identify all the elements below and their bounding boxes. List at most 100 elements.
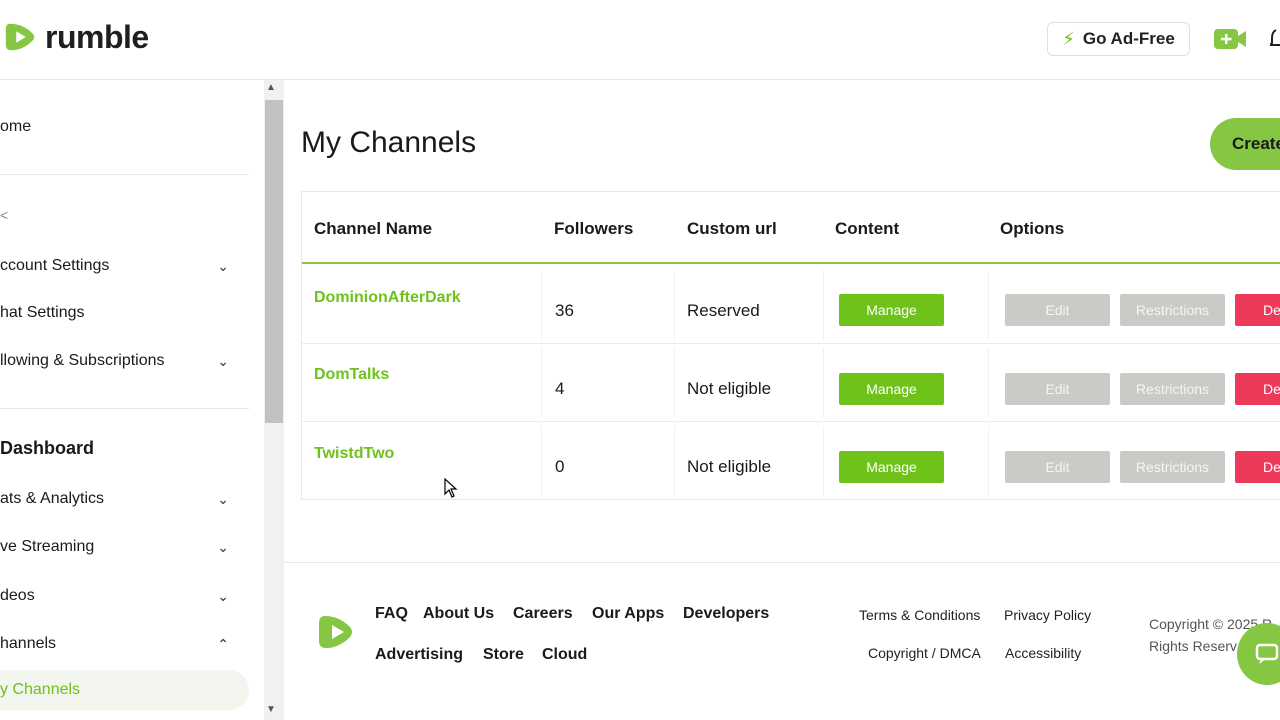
chat-icon: [1255, 643, 1279, 664]
table-row: DominionAfterDark 36 Reserved Manage Edi…: [302, 266, 1280, 344]
sidebar-item-label: llowing & Subscriptions: [0, 352, 165, 369]
column-header-content: Content: [835, 219, 900, 238]
footer-link-privacy[interactable]: Privacy Policy: [1004, 607, 1091, 623]
restrictions-button[interactable]: Restrictions: [1120, 294, 1225, 326]
top-bar: rumble ⚡ Go Ad-Free: [0, 0, 1280, 80]
upload-video-icon[interactable]: [1213, 27, 1247, 51]
scroll-down-arrow-icon[interactable]: ▼: [266, 704, 276, 715]
followers-count: 0: [555, 457, 565, 476]
sidebar-item-following-subscriptions[interactable]: llowing & Subscriptions ⌄: [0, 341, 249, 381]
custom-url-status: Reserved: [687, 301, 760, 320]
footer-link-developers[interactable]: Developers: [683, 605, 769, 623]
cell-divider: [823, 348, 824, 418]
channels-table: Channel Name Followers Custom url Conten…: [301, 191, 1280, 500]
sidebar-stray-glyph: <: [0, 207, 9, 223]
manage-button[interactable]: Manage: [839, 294, 944, 326]
sidebar-item-channels[interactable]: hannels ⌃: [0, 624, 249, 664]
manage-button[interactable]: Manage: [839, 373, 944, 405]
column-header-followers: Followers: [554, 219, 634, 238]
footer-link-faq[interactable]: FAQ: [375, 605, 408, 623]
cell-divider: [823, 270, 824, 340]
chevron-down-icon: ⌄: [217, 257, 229, 274]
sidebar-item-label: ats & Analytics: [0, 490, 105, 507]
footer-link-accessibility[interactable]: Accessibility: [1005, 645, 1081, 661]
sidebar-heading-dashboard: Dashboard: [0, 438, 95, 458]
table-row: DomTalks 4 Not eligible Manage Edit Rest…: [302, 344, 1280, 422]
scrollbar-thumb[interactable]: [265, 100, 283, 423]
footer-link-advertising[interactable]: Advertising: [375, 646, 463, 664]
footer-link-store[interactable]: Store: [483, 646, 524, 664]
column-header-custom-url: Custom url: [687, 219, 777, 238]
go-ad-free-button[interactable]: ⚡ Go Ad-Free: [1047, 22, 1190, 56]
channel-name-link[interactable]: TwistdTwo: [314, 445, 394, 463]
create-channel-button[interactable]: Create: [1210, 118, 1280, 170]
footer-copyright-rights: Rights Reserv: [1149, 638, 1237, 654]
delete-button[interactable]: De: [1235, 373, 1280, 405]
chevron-down-icon: ⌄: [217, 352, 229, 369]
page-title: My Channels: [301, 126, 477, 159]
cell-divider: [674, 270, 675, 340]
chevron-down-icon: ⌄: [217, 538, 229, 555]
scroll-up-arrow-icon[interactable]: ▲: [266, 82, 276, 93]
footer-link-about-us[interactable]: About Us: [423, 605, 494, 623]
channel-name-link[interactable]: DomTalks: [314, 366, 389, 384]
channel-name-link[interactable]: DominionAfterDark: [314, 289, 461, 307]
sidebar-item-label: ccount Settings: [0, 257, 110, 274]
cell-divider: [541, 426, 542, 496]
footer: [284, 562, 1280, 720]
sidebar-item-label: y Channels: [0, 681, 81, 698]
sidebar-item-videos[interactable]: deos ⌄: [0, 576, 249, 616]
sidebar-item-label: hat Settings: [0, 304, 85, 321]
footer-link-careers[interactable]: Careers: [513, 605, 573, 623]
cell-divider: [988, 348, 989, 418]
sidebar-item-label: ome: [0, 118, 32, 135]
manage-button[interactable]: Manage: [839, 451, 944, 483]
delete-button[interactable]: De: [1235, 294, 1280, 326]
footer-link-dmca[interactable]: Copyright / DMCA: [868, 645, 981, 661]
custom-url-status: Not eligible: [687, 379, 772, 398]
logo-text: rumble: [45, 18, 149, 55]
footer-link-our-apps[interactable]: Our Apps: [592, 605, 664, 623]
bell-icon[interactable]: [1270, 26, 1280, 50]
sidebar-divider: [0, 174, 249, 175]
cell-divider: [988, 270, 989, 340]
cell-divider: [541, 348, 542, 418]
cell-divider: [674, 426, 675, 496]
rumble-logo[interactable]: rumble: [2, 18, 149, 56]
rumble-logo-icon: [5, 23, 35, 51]
sidebar-item-home[interactable]: ome: [0, 107, 249, 147]
footer-link-cloud[interactable]: Cloud: [542, 646, 587, 664]
sidebar-item-account-settings[interactable]: ccount Settings ⌄: [0, 246, 249, 286]
go-ad-free-label: Go Ad-Free: [1082, 29, 1175, 48]
column-header-channel-name: Channel Name: [314, 219, 433, 238]
chevron-up-icon: ⌃: [217, 635, 229, 652]
edit-button[interactable]: Edit: [1005, 294, 1110, 326]
sidebar-item-stats-analytics[interactable]: ats & Analytics ⌄: [0, 479, 249, 519]
sidebar-item-label: hannels: [0, 635, 57, 652]
sidebar: ome < ccount Settings ⌄ hat Settings llo…: [0, 80, 264, 720]
sidebar-item-live-streaming[interactable]: ve Streaming ⌄: [0, 527, 249, 567]
cell-divider: [988, 426, 989, 496]
cell-divider: [674, 348, 675, 418]
delete-button[interactable]: De: [1235, 451, 1280, 483]
edit-button[interactable]: Edit: [1005, 373, 1110, 405]
footer-link-terms[interactable]: Terms & Conditions: [859, 607, 980, 623]
chevron-down-icon: ⌄: [217, 490, 229, 507]
cell-divider: [823, 426, 824, 496]
sidebar-item-label: deos: [0, 587, 35, 604]
followers-count: 4: [555, 379, 565, 398]
table-header: Channel Name Followers Custom url Conten…: [302, 192, 1280, 264]
chevron-down-icon: ⌄: [217, 587, 229, 604]
sidebar-item-my-channels[interactable]: y Channels: [0, 670, 249, 710]
restrictions-button[interactable]: Restrictions: [1120, 451, 1225, 483]
column-header-options: Options: [1000, 219, 1065, 238]
sidebar-item-chat-settings[interactable]: hat Settings: [0, 293, 249, 333]
restrictions-button[interactable]: Restrictions: [1120, 373, 1225, 405]
sidebar-item-label: ve Streaming: [0, 538, 95, 555]
followers-count: 36: [555, 301, 574, 320]
edit-button[interactable]: Edit: [1005, 451, 1110, 483]
sidebar-divider: [0, 408, 249, 409]
rumble-footer-logo-icon[interactable]: [317, 612, 357, 652]
custom-url-status: Not eligible: [687, 457, 772, 476]
mouse-cursor-icon: [444, 478, 458, 498]
